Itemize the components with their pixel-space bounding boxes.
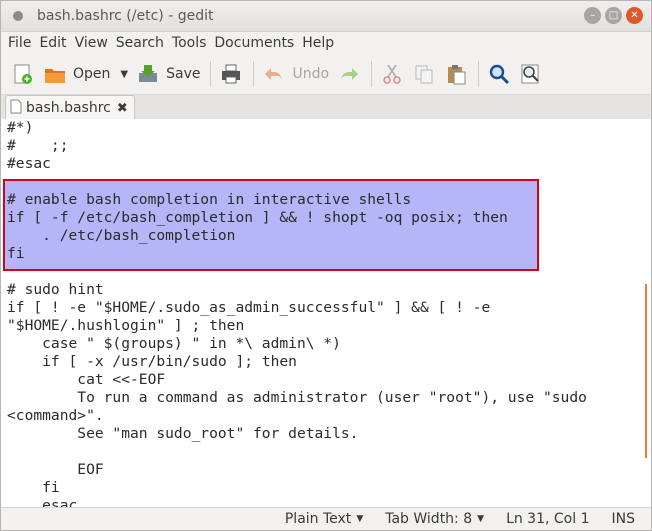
- find-button[interactable]: [487, 62, 511, 86]
- status-bar: Plain Text ▼ Tab Width: 8 ▼ Ln 31, Col 1…: [1, 507, 651, 530]
- app-menu-icon[interactable]: [13, 11, 23, 21]
- open-button[interactable]: Open ▼: [43, 62, 128, 86]
- menu-view[interactable]: View: [72, 35, 111, 51]
- toolbar-separator: [478, 61, 480, 87]
- menu-edit[interactable]: Edit: [36, 35, 69, 51]
- toolbar-separator: [210, 61, 212, 87]
- highlight-box: [3, 179, 539, 271]
- code-line: #*): [7, 119, 34, 136]
- language-label: Plain Text: [284, 511, 352, 527]
- new-document-icon: [11, 62, 35, 86]
- language-selector[interactable]: Plain Text ▼: [285, 511, 363, 527]
- copy-button[interactable]: [412, 62, 436, 86]
- gedit-window: bash.bashrc (/etc) - gedit – □ ✕ File Ed…: [0, 0, 652, 531]
- menu-file[interactable]: File: [5, 35, 34, 51]
- code-line: fi: [7, 479, 60, 496]
- minimize-button[interactable]: –: [584, 7, 601, 24]
- close-tab-icon[interactable]: ✖: [117, 101, 128, 116]
- code-line: cat <<-EOF: [7, 371, 166, 388]
- code-line: See "man sudo_root" for details.: [7, 425, 359, 442]
- code-line: # ;;: [7, 137, 69, 154]
- code-line: #esac: [7, 155, 51, 172]
- undo-icon: [262, 62, 286, 86]
- document-tab-bar: bash.bashrc ✖: [1, 95, 651, 121]
- tab-bash-bashrc[interactable]: bash.bashrc ✖: [5, 95, 135, 120]
- redo-button[interactable]: [337, 62, 361, 86]
- insert-mode: INS: [612, 511, 636, 527]
- undo-button[interactable]: Undo: [262, 62, 329, 86]
- cursor-position: Ln 31, Col 1: [506, 511, 589, 527]
- window-title: bash.bashrc (/etc) - gedit: [37, 8, 214, 24]
- open-label: Open: [73, 66, 111, 82]
- menu-search[interactable]: Search: [113, 35, 167, 51]
- tab-width-label: Tab Width: 8: [385, 511, 473, 527]
- tab-width-selector[interactable]: Tab Width: 8 ▼: [385, 511, 484, 527]
- save-label: Save: [166, 66, 201, 82]
- document-icon: [10, 99, 22, 118]
- cut-icon: [380, 62, 404, 86]
- print-icon: [219, 62, 243, 86]
- toolbar-separator: [253, 61, 255, 87]
- code-text: #*) # ;; #esac # enable bash completion in …: [7, 119, 587, 509]
- find-replace-icon: [519, 62, 543, 86]
- chevron-down-icon: ▼: [477, 514, 485, 524]
- maximize-button[interactable]: □: [605, 7, 622, 24]
- code-line: To run a command as administrator (user …: [7, 389, 587, 406]
- menu-tools[interactable]: Tools: [169, 35, 210, 51]
- paste-icon: [444, 62, 468, 86]
- code-line: case " $(groups) " in *\ admin\ *): [7, 335, 341, 352]
- code-line: if [ ! -e "$HOME/.sudo_as_admin_successf…: [7, 299, 491, 316]
- scrollbar[interactable]: [645, 284, 647, 458]
- chevron-down-icon: ▼: [356, 514, 364, 524]
- code-line: # sudo hint: [7, 281, 104, 298]
- new-button[interactable]: [11, 62, 35, 86]
- redo-icon: [337, 62, 361, 86]
- code-line: <command>".: [7, 407, 104, 424]
- menu-help[interactable]: Help: [299, 35, 337, 51]
- open-recent-dropdown-icon[interactable]: ▼: [120, 69, 128, 80]
- print-button[interactable]: [219, 62, 243, 86]
- cut-button[interactable]: [380, 62, 404, 86]
- save-icon: [136, 62, 160, 86]
- menu-bar: File Edit View Search Tools Documents He…: [1, 32, 651, 54]
- code-line: if [ -x /usr/bin/sudo ]; then: [7, 353, 297, 370]
- cursor-position-label: Ln 31, Col 1: [506, 511, 590, 527]
- search-icon: [487, 62, 511, 86]
- code-line: EOF: [7, 461, 104, 478]
- tab-label: bash.bashrc: [26, 100, 111, 116]
- insert-mode-label: INS: [611, 511, 636, 527]
- title-bar: bash.bashrc (/etc) - gedit – □ ✕: [1, 1, 651, 32]
- copy-icon: [412, 62, 436, 86]
- toolbar-separator: [371, 61, 373, 87]
- text-editor[interactable]: #*) # ;; #esac # enable bash completion in …: [1, 119, 651, 509]
- window-controls: – □ ✕: [584, 7, 643, 24]
- menu-documents[interactable]: Documents: [211, 35, 297, 51]
- toolbar: Open ▼ Save Undo: [1, 54, 651, 95]
- undo-label: Undo: [292, 66, 330, 82]
- save-button[interactable]: Save: [136, 62, 200, 86]
- paste-button[interactable]: [444, 62, 468, 86]
- find-replace-button[interactable]: [519, 62, 543, 86]
- code-line: "$HOME/.hushlogin" ] ; then: [7, 317, 245, 334]
- close-window-button[interactable]: ✕: [626, 7, 643, 24]
- open-folder-icon: [43, 62, 67, 86]
